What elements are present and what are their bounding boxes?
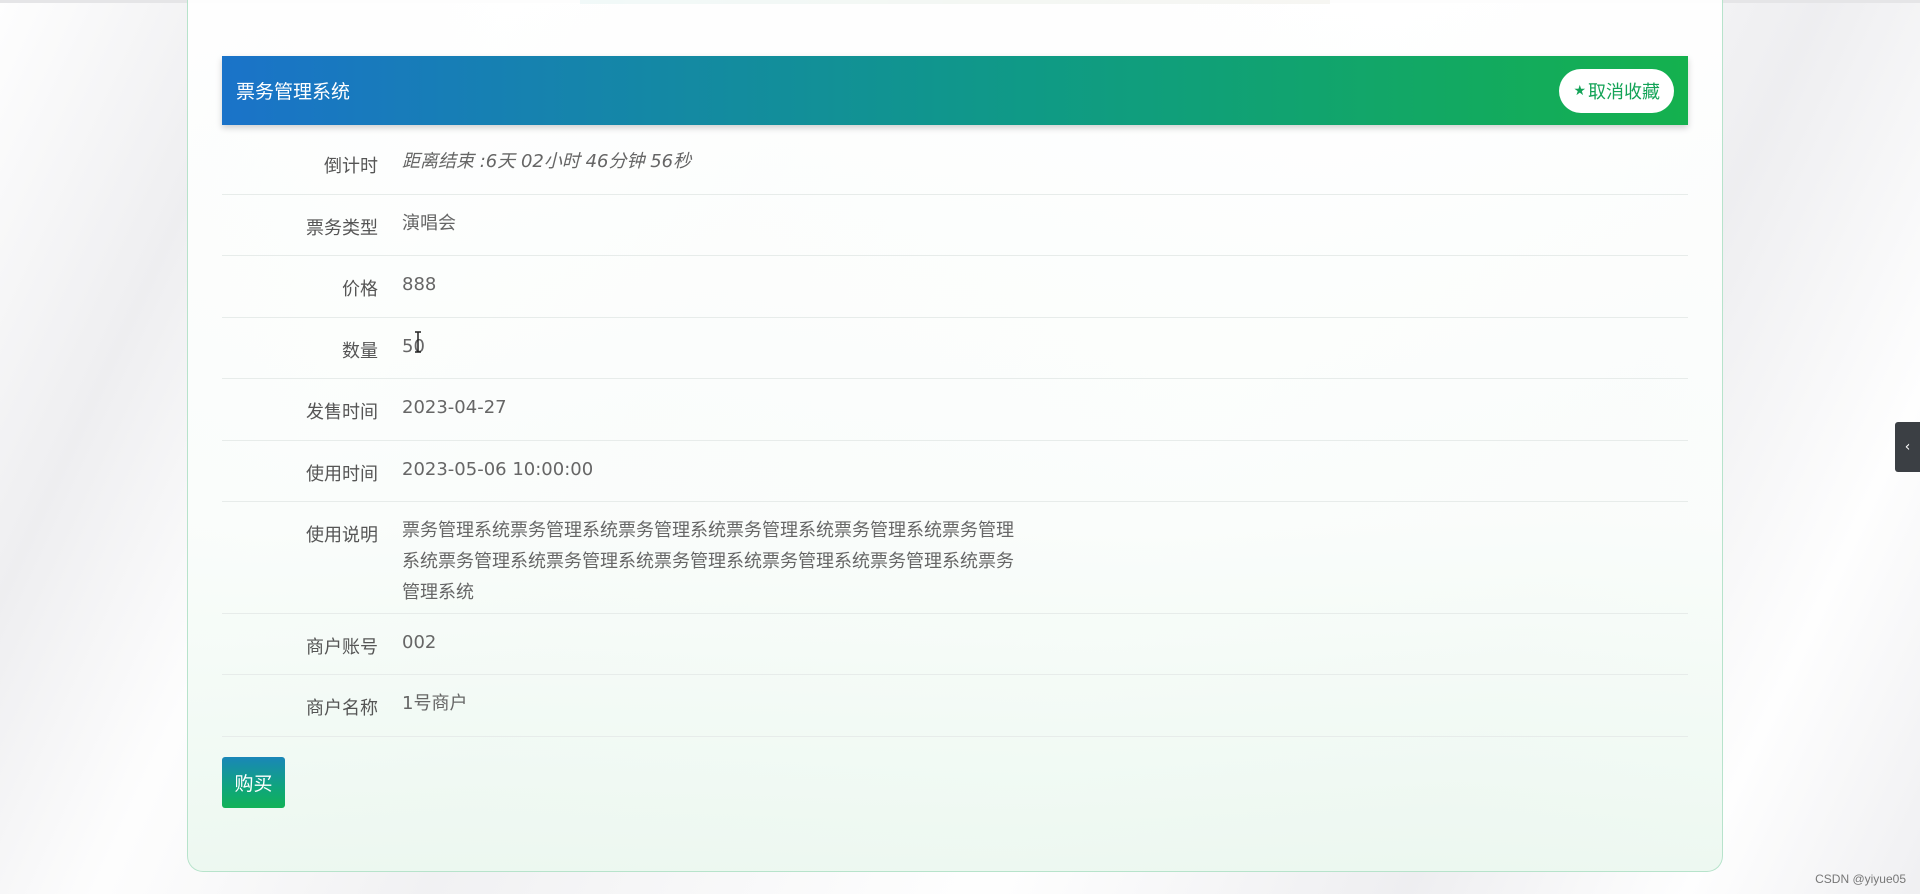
side-panel-toggle[interactable]: ‹ [1895,422,1920,472]
countdown-value: 距离结束 :6天 02小时 46分钟 56秒 [402,151,692,172]
watermark: CSDN @yiyue05 [1815,872,1906,886]
instructions-value: 票务管理系统票务管理系统票务管理系统票务管理系统票务管理系统票务管理系统票务管理… [402,520,1014,603]
row-label: 商户名称 [306,698,378,719]
detail-table: 倒计时 距离结束 :6天 02小时 46分钟 56秒 票务类型 演唱会 价格 8… [222,133,1688,737]
row-countdown: 倒计时 距离结束 :6天 02小时 46分钟 56秒 [222,133,1688,195]
ticket-type-value: 演唱会 [402,213,456,234]
row-quantity: 数量 50 [222,318,1688,379]
chevron-left-icon: ‹ [1904,439,1911,455]
unfavorite-button-label: 取消收藏 [1588,81,1660,103]
text-cursor-icon [415,331,421,353]
merchant-name-value: 1号商户 [402,693,468,714]
unfavorite-button[interactable]: ★ 取消收藏 [1559,68,1674,113]
row-ticket-type: 票务类型 演唱会 [222,195,1688,256]
row-label: 倒计时 [324,156,378,177]
row-label: 使用时间 [306,464,378,485]
row-label: 商户账号 [306,637,378,658]
use-time-value: 2023-05-06 10:00:00 [402,459,594,480]
row-label: 票务类型 [306,218,378,239]
row-instructions: 使用说明 票务管理系统票务管理系统票务管理系统票务管理系统票务管理系统票务管理系… [222,502,1688,614]
row-label: 发售时间 [306,402,378,423]
row-price: 价格 888 [222,256,1688,318]
row-use-time: 使用时间 2023-05-06 10:00:00 [222,441,1688,502]
row-sale-time: 发售时间 2023-04-27 [222,379,1688,441]
row-label: 使用说明 [306,525,378,546]
detail-header: 票务管理系统 ★ 取消收藏 [222,56,1688,125]
page-title: 票务管理系统 [236,81,351,103]
row-merchant-name: 商户名称 1号商户 [222,675,1688,737]
buy-button[interactable]: 购买 [222,757,285,808]
merchant-account-value: 002 [402,632,437,653]
row-merchant-account: 商户账号 002 [222,614,1688,675]
row-label: 价格 [342,279,378,300]
price-value: 888 [402,274,437,295]
star-icon: ★ [1573,82,1586,99]
row-label: 数量 [342,341,378,362]
sale-time-value: 2023-04-27 [402,397,507,418]
